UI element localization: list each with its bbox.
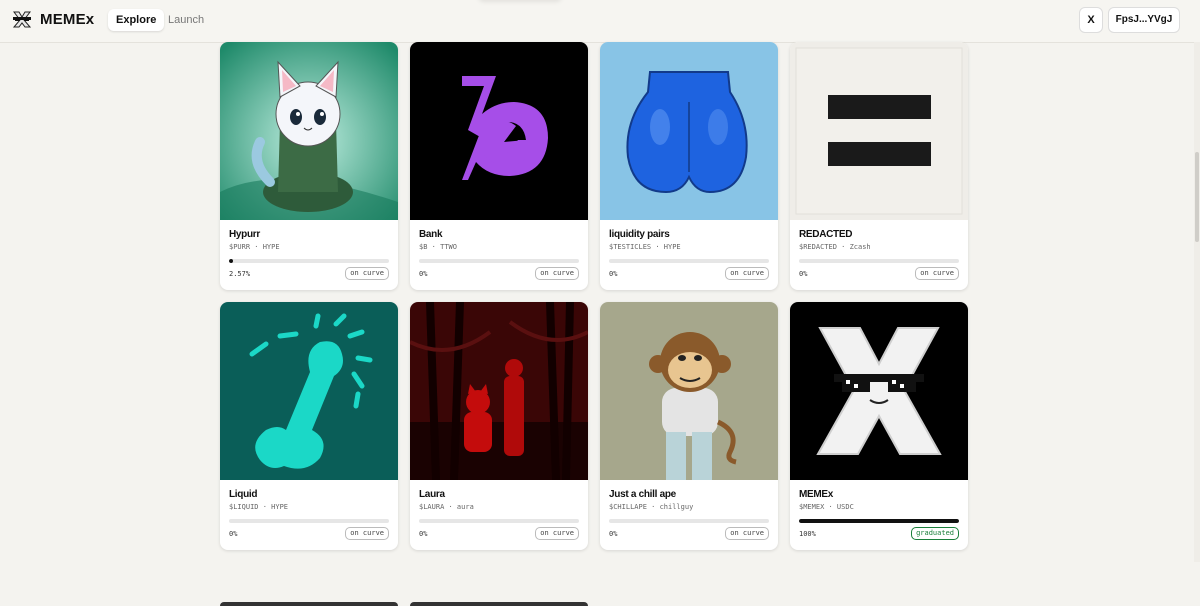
token-name: Just a chill ape xyxy=(609,489,676,500)
status-badge: on curve xyxy=(535,527,579,540)
token-ticker: $LAURA · aura xyxy=(419,503,474,511)
token-ticker: $PURR · HYPE xyxy=(229,243,280,251)
token-card-memex[interactable]: MEMEx $MEMEX · USDC 100% graduated xyxy=(790,302,968,550)
scrollbar-thumb[interactable] xyxy=(1195,152,1199,242)
blue-pouch-image xyxy=(600,42,778,220)
status-badge-graduated: graduated xyxy=(911,527,959,540)
redacted-bars-image xyxy=(790,42,968,220)
progress-bar xyxy=(609,259,769,263)
nav-explore[interactable]: Explore xyxy=(108,9,165,31)
brand-name: MEMEx xyxy=(40,10,95,28)
next-row-card-peek[interactable] xyxy=(220,602,398,606)
token-card-bank[interactable]: Bank $B · TTWO 0% on curve xyxy=(410,42,588,290)
scrollbar[interactable] xyxy=(1194,42,1200,562)
status-badge: on curve xyxy=(725,527,769,540)
top-bar: MEMEx Explore Launch X FpsJ...YVgJ xyxy=(0,0,1200,43)
next-row-card-peek[interactable] xyxy=(410,602,588,606)
progress-bar xyxy=(799,259,959,263)
token-card-liquid[interactable]: Liquid $LIQUID · HYPE 0% on curve xyxy=(220,302,398,550)
token-ticker: $TESTICLES · HYPE xyxy=(609,243,681,251)
progress-percent: 2.57% xyxy=(229,270,251,278)
status-badge: on curve xyxy=(725,267,769,280)
progress-bar xyxy=(609,519,769,523)
progress-percent: 0% xyxy=(609,530,618,538)
progress-fill xyxy=(229,259,234,263)
token-card-redacted[interactable]: REDACTED $REDACTED · Zcash 0% on curve xyxy=(790,42,968,290)
token-name: REDACTED xyxy=(799,229,853,240)
token-ticker: $LIQUID · HYPE xyxy=(229,503,289,511)
progress-fill xyxy=(799,519,959,523)
chill-ape-image xyxy=(600,302,778,480)
wallet-button[interactable]: FpsJ...YVgJ xyxy=(1108,7,1180,33)
memex-x-sunglasses-image xyxy=(790,302,968,480)
progress-bar xyxy=(229,259,389,263)
token-card-liquidity-pairs[interactable]: liquidity pairs $TESTICLES · HYPE 0% on … xyxy=(600,42,778,290)
status-badge: on curve xyxy=(915,267,959,280)
token-ticker: $B · TTWO xyxy=(419,243,457,251)
progress-percent: 100% xyxy=(799,530,816,538)
memex-logo-icon xyxy=(12,11,32,28)
token-ticker: $CHILLAPE · chillguy xyxy=(609,503,694,511)
progress-percent: 0% xyxy=(419,530,428,538)
status-badge: on curve xyxy=(345,267,389,280)
token-ticker: $MEMEX · USDC xyxy=(799,503,854,511)
status-badge: on curve xyxy=(345,527,389,540)
progress-percent: 0% xyxy=(229,530,238,538)
token-name: liquidity pairs xyxy=(609,229,670,240)
bank-logo-image xyxy=(410,42,588,220)
token-card-laura[interactable]: Laura $LAURA · aura 0% on curve xyxy=(410,302,588,550)
liquid-cyan-image xyxy=(220,302,398,480)
nav-launch[interactable]: Launch xyxy=(160,9,212,31)
progress-percent: 0% xyxy=(799,270,808,278)
token-name: MEMEx xyxy=(799,489,834,500)
progress-bar xyxy=(799,519,959,523)
token-name: Hypurr xyxy=(229,229,260,240)
progress-percent: 0% xyxy=(419,270,428,278)
hypurr-cat-image xyxy=(220,42,398,220)
token-ticker: $REDACTED · Zcash xyxy=(799,243,871,251)
brand-logo[interactable]: MEMEx xyxy=(12,10,94,28)
token-card-hypurr[interactable]: Hypurr $PURR · HYPE 2.57% on curve xyxy=(220,42,398,290)
progress-bar xyxy=(229,519,389,523)
status-badge: on curve xyxy=(535,267,579,280)
progress-bar xyxy=(419,519,579,523)
token-card-chill-ape[interactable]: Just a chill ape $CHILLAPE · chillguy 0%… xyxy=(600,302,778,550)
progress-percent: 0% xyxy=(609,270,618,278)
top-tab-shadow xyxy=(478,0,562,2)
token-name: Liquid xyxy=(229,489,258,500)
laura-forest-image xyxy=(410,302,588,480)
x-social-button[interactable]: X xyxy=(1079,7,1103,33)
token-name: Laura xyxy=(419,489,445,500)
token-name: Bank xyxy=(419,229,443,240)
progress-bar xyxy=(419,259,579,263)
